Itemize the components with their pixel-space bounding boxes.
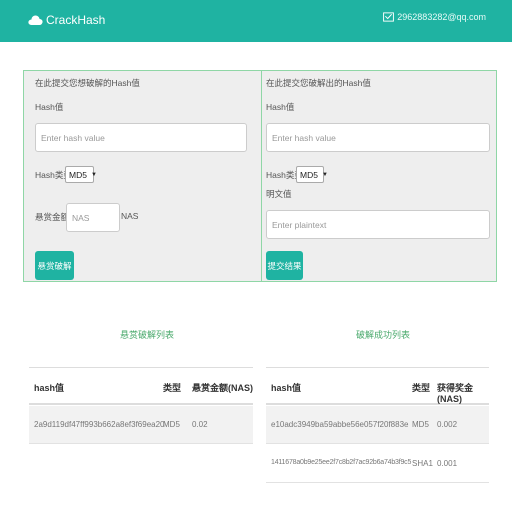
column-header-bounty: 悬赏金额(NAS) [192,383,253,393]
row-hash: 1411678a0b9e25ee2f7c8b2f7ac92b6a74b3f9c5 [271,459,412,466]
submit-hash-panel: 在此提交您想破解的Hash值 Hash值 Enter hash value Ha… [24,71,260,281]
hash-value-label: Hash值 [35,102,64,112]
table-header-row: hash值 类型 悬赏金额(NAS) [29,367,253,405]
user-email: 2962883282@qq.com [397,12,486,22]
submit-result-panel: 在此提交您破解出的Hash值 Hash值 Enter hash value Ha… [262,71,498,281]
bounty-amount-input[interactable]: NAS [66,203,120,232]
plaintext-input[interactable]: Enter plaintext [266,210,490,239]
hash-type-selected: MD5 [69,169,87,180]
brand-link[interactable]: CrackHash [28,10,105,30]
hash-type-select[interactable]: MD5 ▼ [65,166,97,183]
result-type-selected: MD5 [300,169,318,180]
bounty-table: hash值 类型 悬赏金额(NAS) 2a9d119df47ff993b662a… [29,367,253,447]
plaintext-label: 明文值 [266,189,292,199]
row-reward: 0.002 [437,420,458,429]
table-header-row: hash值 类型 获得奖金(NAS) [266,367,489,405]
column-header-hash: hash值 [271,383,302,393]
column-header-type: 类型 [163,383,182,393]
forms-container: 在此提交您想破解的Hash值 Hash值 Enter hash value Ha… [23,70,497,282]
result-hash-label: Hash值 [266,102,295,112]
bounty-list-title: 悬赏破解列表 [120,330,175,340]
user-email-link[interactable]: 2962883282@qq.com [383,12,486,22]
row-type: MD5 [412,420,429,429]
table-row[interactable]: 2a9d119df47ff993b662a8ef3f69ea20 MD5 0.0… [29,406,253,444]
table-row[interactable]: e10adc3949ba59abbe56e057f20f883e MD5 0.0… [266,406,489,444]
offer-bounty-button[interactable]: 悬赏破解 [35,251,74,280]
result-panel-title: 在此提交您破解出的Hash值 [266,78,371,88]
column-header-reward: 获得奖金(NAS) [437,383,474,404]
row-hash: 2a9d119df47ff993b662a8ef3f69ea20 [34,420,165,429]
row-type: MD5 [163,420,180,429]
row-reward: 0.001 [437,459,458,468]
cloud-icon [28,15,43,25]
success-table: hash值 类型 获得奖金(NAS) e10adc3949ba59abbe56e… [266,367,489,487]
result-hash-input[interactable]: Enter hash value [266,123,490,152]
top-navbar: CrackHash 2962883282@qq.com [0,0,512,42]
submit-result-button[interactable]: 提交结果 [266,251,303,280]
envelope-icon [383,12,395,22]
success-list-title: 破解成功列表 [356,330,411,340]
bounty-amount-label: 悬赏金额 [35,212,70,222]
caret-down-icon: ▼ [90,171,97,178]
row-hash: e10adc3949ba59abbe56e057f20f883e [271,420,409,429]
table-row[interactable]: 1411678a0b9e25ee2f7c8b2f7ac92b6a74b3f9c5… [266,445,489,483]
row-bounty: 0.02 [192,420,208,429]
result-type-select[interactable]: MD5 ▼ [296,166,328,183]
row-type: SHA1 [412,459,433,468]
column-header-hash: hash值 [34,383,65,393]
caret-down-icon: ▼ [321,171,328,178]
column-header-type: 类型 [412,383,431,393]
brand-name: CrackHash [46,13,106,27]
submit-panel-title: 在此提交您想破解的Hash值 [35,78,140,88]
bounty-unit: NAS [121,211,139,221]
bounty-hash-input[interactable]: Enter hash value [35,123,247,152]
